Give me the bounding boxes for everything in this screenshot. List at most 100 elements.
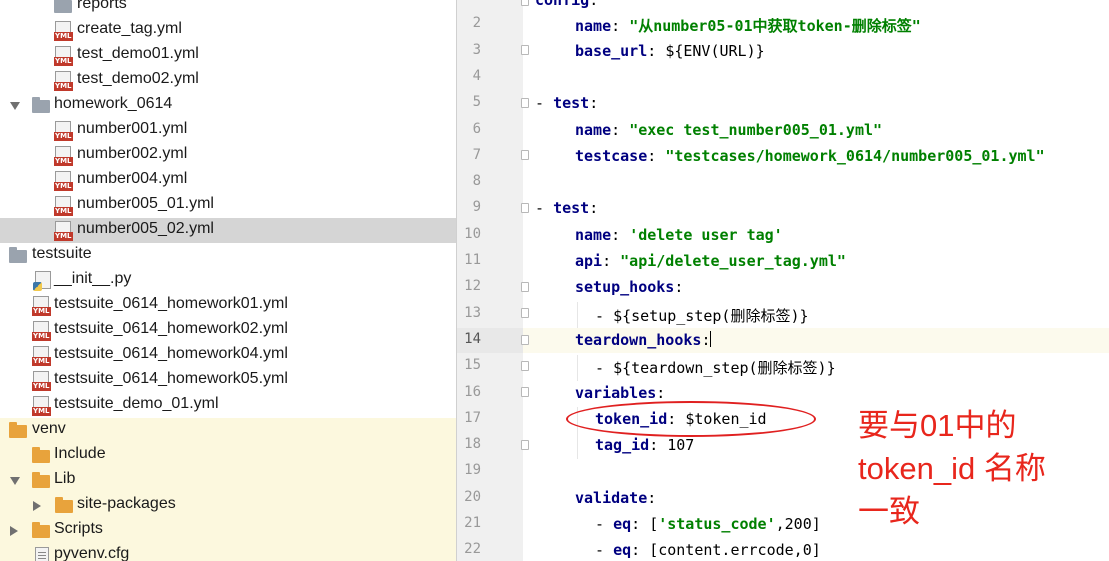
annotation-line: token_id 名称 bbox=[858, 451, 1046, 486]
tree-item-label: number004.yml bbox=[77, 170, 188, 187]
chevron-right-icon[interactable] bbox=[10, 526, 18, 536]
tree-item-label: number005_01.yml bbox=[77, 195, 214, 212]
tree-item-venv[interactable]: venv bbox=[0, 418, 456, 443]
code-line-22: - eq: [content.errcode,0] bbox=[595, 541, 821, 559]
tree-item-homework-0614[interactable]: homework_0614 bbox=[0, 93, 456, 118]
current-line-highlight bbox=[457, 328, 1109, 353]
code-line-3: base_url: ${ENV(URL)} bbox=[575, 42, 765, 60]
line-number: 17 bbox=[464, 410, 481, 426]
tree-item-number004[interactable]: number004.yml bbox=[0, 168, 456, 193]
line-number: 4 bbox=[472, 68, 481, 84]
line-number: 22 bbox=[464, 541, 481, 557]
yml-file-icon bbox=[54, 71, 73, 91]
fold-marker-icon[interactable] bbox=[521, 282, 529, 292]
tree-item-testsuite-hw01[interactable]: testsuite_0614_homework01.yml bbox=[0, 293, 456, 318]
tree-item-lib[interactable]: Lib bbox=[0, 468, 456, 493]
tree-item-init-py[interactable]: __init__.py bbox=[0, 268, 456, 293]
code-line-16: variables: bbox=[575, 384, 666, 402]
code-line-5: - test: bbox=[535, 94, 599, 112]
tree-item-label: testsuite_0614_homework05.yml bbox=[54, 370, 288, 387]
tree-item-label: Lib bbox=[54, 470, 76, 487]
yml-file-icon bbox=[54, 46, 73, 66]
tree-item-label: create_tag.yml bbox=[77, 20, 182, 37]
fold-marker-icon[interactable] bbox=[521, 308, 529, 318]
fold-marker-icon[interactable] bbox=[521, 0, 529, 6]
yml-file-icon bbox=[54, 21, 73, 41]
code-line-2: name: "从number05-01中获取token-删除标签" bbox=[575, 17, 921, 35]
fold-marker-icon[interactable] bbox=[521, 98, 529, 108]
tree-item-label: testsuite_demo_01.yml bbox=[54, 395, 219, 412]
tree-item-testsuite-hw05[interactable]: testsuite_0614_homework05.yml bbox=[0, 368, 456, 393]
code-line-6: name: "exec test_number005_01.yml" bbox=[575, 121, 883, 139]
highlight-ellipse bbox=[566, 401, 816, 437]
fold-marker-icon[interactable] bbox=[521, 335, 529, 345]
chevron-down-icon[interactable] bbox=[10, 477, 20, 485]
code-line-18: tag_id: 107 bbox=[595, 436, 695, 454]
line-number: 10 bbox=[464, 226, 481, 242]
yml-file-icon bbox=[54, 171, 73, 191]
tree-item-label: testsuite_0614_homework02.yml bbox=[54, 320, 288, 337]
tree-item-number005-02[interactable]: number005_02.yml bbox=[0, 218, 456, 243]
line-number: 8 bbox=[472, 173, 481, 189]
code-line-12: setup_hooks: bbox=[575, 278, 684, 296]
tree-item-pyvenv-cfg[interactable]: pyvenv.cfg bbox=[0, 543, 456, 561]
chevron-down-icon[interactable] bbox=[10, 102, 20, 110]
python-file-icon bbox=[33, 271, 51, 291]
tree-item-testsuite-demo01[interactable]: testsuite_demo_01.yml bbox=[0, 393, 456, 418]
fold-marker-icon[interactable] bbox=[521, 440, 529, 450]
fold-marker-icon[interactable] bbox=[521, 203, 529, 213]
tree-item-include[interactable]: Include bbox=[0, 443, 456, 468]
line-number: 6 bbox=[472, 121, 481, 137]
folder-icon bbox=[55, 497, 73, 513]
yml-file-icon bbox=[54, 221, 73, 241]
tree-item-site-packages[interactable]: site-packages bbox=[0, 493, 456, 518]
annotation-note: 要与01中的 token_id 名称 一致 bbox=[858, 404, 1088, 533]
fold-marker-icon[interactable] bbox=[521, 45, 529, 55]
line-number: 21 bbox=[464, 515, 481, 531]
tree-item-label: testsuite bbox=[32, 245, 92, 262]
tree-item-scripts[interactable]: Scripts bbox=[0, 518, 456, 543]
line-number: 18 bbox=[464, 436, 481, 452]
tree-item-testsuite-hw02[interactable]: testsuite_0614_homework02.yml bbox=[0, 318, 456, 343]
tree-item-label: testsuite_0614_homework04.yml bbox=[54, 345, 288, 362]
tree-item-label: testsuite_0614_homework01.yml bbox=[54, 295, 288, 312]
tree-item-label: venv bbox=[32, 420, 66, 437]
fold-marker-icon[interactable] bbox=[521, 361, 529, 371]
line-number: 20 bbox=[464, 489, 481, 505]
tree-item-label: number002.yml bbox=[77, 145, 188, 162]
code-line-11: api: "api/delete_user_tag.yml" bbox=[575, 252, 846, 270]
line-number: 16 bbox=[464, 384, 481, 400]
line-number: 12 bbox=[464, 278, 481, 294]
yml-file-icon bbox=[32, 321, 51, 341]
cfg-file-icon bbox=[35, 547, 49, 561]
line-number: 2 bbox=[472, 15, 481, 31]
line-number: 19 bbox=[464, 462, 481, 478]
tree-item-label: pyvenv.cfg bbox=[54, 545, 130, 561]
tree-item-testsuite-hw04[interactable]: testsuite_0614_homework04.yml bbox=[0, 343, 456, 368]
fold-marker-icon[interactable] bbox=[521, 150, 529, 160]
tree-item-label: number005_02.yml bbox=[77, 220, 214, 237]
code-line-13: - ${setup_step(删除标签)} bbox=[595, 307, 809, 325]
line-number: 3 bbox=[472, 42, 481, 58]
fold-marker-icon[interactable] bbox=[521, 387, 529, 397]
line-number-current: 14 bbox=[464, 331, 481, 347]
tree-item-number005-01[interactable]: number005_01.yml bbox=[0, 193, 456, 218]
text-cursor bbox=[710, 331, 712, 347]
tree-item-test-demo02[interactable]: test_demo02.yml bbox=[0, 68, 456, 93]
line-number: 15 bbox=[464, 357, 481, 373]
folder-icon bbox=[32, 472, 50, 488]
tree-item-label: test_demo01.yml bbox=[77, 45, 199, 62]
tree-item-create-tag[interactable]: create_tag.yml bbox=[0, 18, 456, 43]
tree-item-test-demo01[interactable]: test_demo01.yml bbox=[0, 43, 456, 68]
code-line-15: - ${teardown_step(删除标签)} bbox=[595, 359, 836, 377]
project-tree: reports create_tag.yml test_demo01.yml t… bbox=[0, 0, 456, 561]
tree-item-number001[interactable]: number001.yml bbox=[0, 118, 456, 143]
tree-item-label: homework_0614 bbox=[54, 95, 173, 112]
tree-item-testsuite[interactable]: testsuite bbox=[0, 243, 456, 268]
chevron-right-icon[interactable] bbox=[33, 501, 41, 511]
code-line-20: validate: bbox=[575, 489, 657, 507]
tree-item-reports[interactable]: reports bbox=[0, 0, 456, 18]
indent-guide bbox=[577, 302, 578, 328]
tree-item-number002[interactable]: number002.yml bbox=[0, 143, 456, 168]
tree-item-label: Include bbox=[54, 445, 106, 462]
